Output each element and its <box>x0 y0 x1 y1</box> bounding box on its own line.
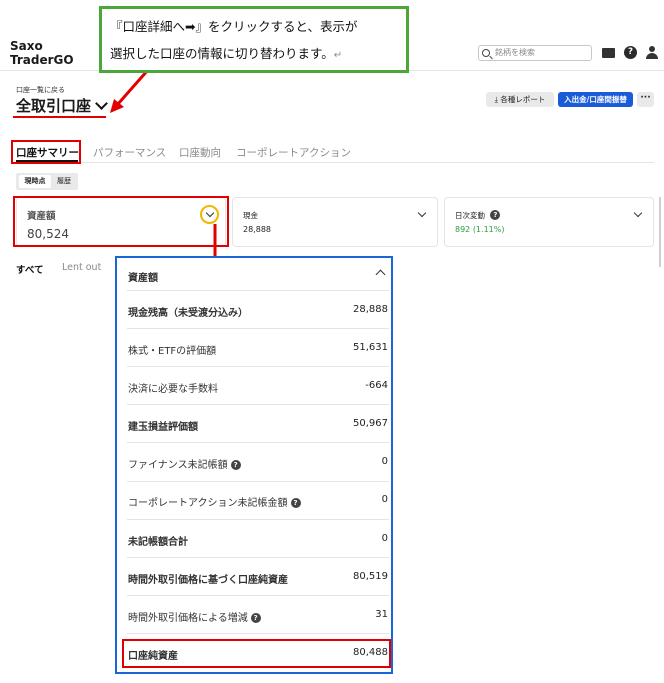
row-label-text: コーポレートアクション未記帳金額 <box>128 498 288 509</box>
row-label: 現金残高（未受渡分込み） <box>128 308 248 319</box>
row-value: 0 <box>381 456 388 467</box>
row-value: 51,631 <box>353 342 388 353</box>
row-divider <box>127 404 389 405</box>
help-icon[interactable]: ? <box>230 460 241 470</box>
enter-mark-icon: ↵ <box>333 50 343 61</box>
row-label-text: 時間外取引価格による増減 <box>128 613 248 624</box>
row-divider <box>127 557 389 558</box>
panel-divider <box>127 290 389 291</box>
row-value: 28,888 <box>353 304 388 315</box>
callout-line-2: 選択した口座の情報に切り替わります。↵ <box>110 40 398 69</box>
row-value: 50,967 <box>353 418 388 429</box>
row-divider <box>127 328 389 329</box>
row-divider <box>127 481 389 482</box>
row-label: 建玉損益評価額 <box>128 422 198 433</box>
row-value: 0 <box>381 533 388 544</box>
help-icon[interactable]: ? <box>290 498 301 508</box>
row-divider <box>127 366 389 367</box>
row-value: 31 <box>375 609 388 620</box>
row-value: -664 <box>365 380 388 391</box>
row-label: 株式・ETFの評価額 <box>128 346 217 357</box>
callout-line-1: 『口座詳細へ➡』をクリックすると、表示が <box>110 19 358 34</box>
row-label: コーポレートアクション未記帳金額? <box>128 494 301 509</box>
instruction-callout: 『口座詳細へ➡』をクリックすると、表示が 選択した口座の情報に切り替わります。↵ <box>99 6 409 73</box>
annotation-box-net-assets <box>122 639 391 668</box>
row-value: 80,519 <box>353 571 388 582</box>
row-label: 時間外取引価格に基づく口座純資産 <box>128 575 288 586</box>
panel-title: 資産額 <box>128 273 158 284</box>
row-label-text: ファイナンス未記帳額 <box>128 460 228 471</box>
row-label: ファイナンス未記帳額? <box>128 456 241 471</box>
row-value: 0 <box>381 494 388 505</box>
row-divider <box>127 595 389 596</box>
row-divider <box>127 519 389 520</box>
help-icon[interactable]: ? <box>250 613 261 623</box>
callout-line-2-text: 選択した口座の情報に切り替わります。 <box>110 46 334 61</box>
row-divider <box>127 442 389 443</box>
row-label: 未記帳額合計 <box>128 537 188 548</box>
row-label: 決済に必要な手数料 <box>128 384 218 395</box>
row-divider <box>127 633 389 634</box>
row-label: 時間外取引価格による増減? <box>128 609 261 624</box>
